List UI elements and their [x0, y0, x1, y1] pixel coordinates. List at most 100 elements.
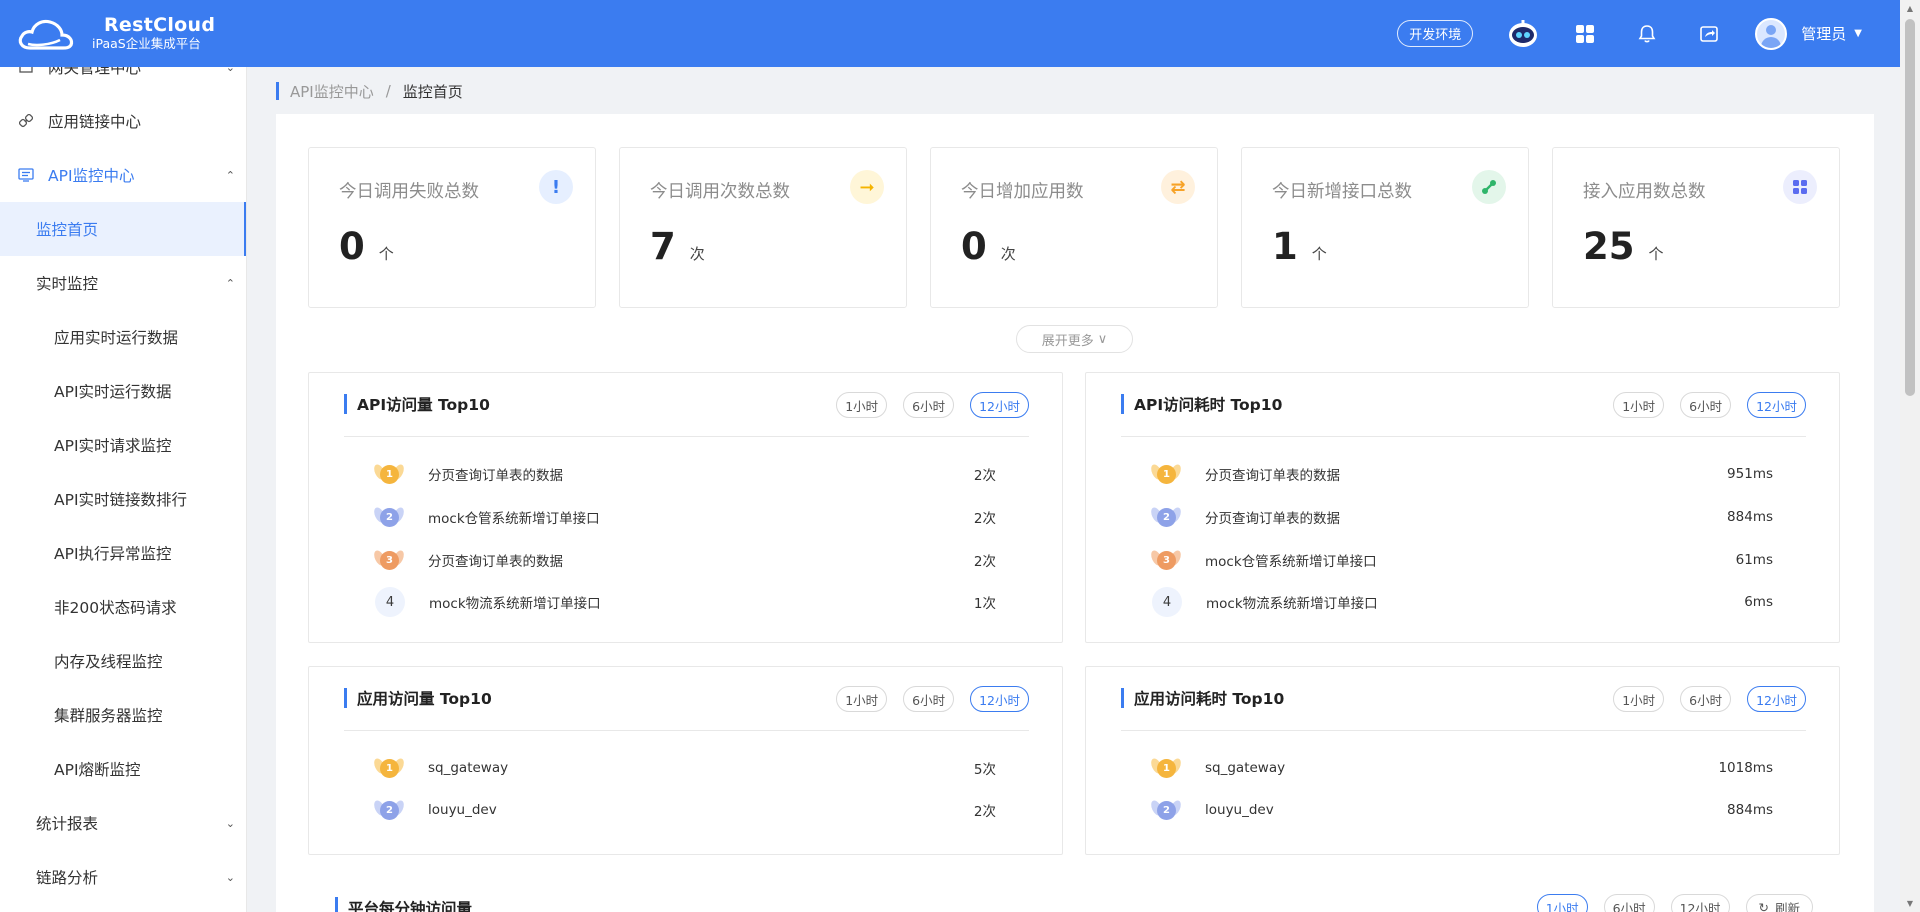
swap-icon: ⇄	[1161, 170, 1195, 204]
sidebar-item-gateway[interactable]: 网关管理中心 ⌄	[0, 67, 247, 94]
chevron-down-icon: ∨	[1097, 331, 1108, 347]
user-menu[interactable]: 管理员 ▼	[1755, 17, 1862, 50]
list-item: 2 louyu_dev 2次	[372, 794, 996, 826]
apps-grid-icon[interactable]	[1569, 18, 1601, 50]
refresh-button[interactable]: ↻ 刷新	[1745, 894, 1813, 912]
connect-icon	[1472, 170, 1506, 204]
time-tabs: 1小时 6小时 12小时	[1597, 686, 1806, 712]
tab-6h[interactable]: 6小时	[1680, 392, 1732, 418]
sidebar-item-label: API监控中心	[48, 167, 135, 185]
logo[interactable]: RestCloud iPaaS企业集成平台	[16, 14, 215, 54]
stat-value: 0次	[961, 225, 1016, 268]
link-icon	[18, 113, 34, 129]
panel-app-visits: 应用访问量 Top10 1小时 6小时 12小时 1 sq_gateway 5次…	[308, 666, 1063, 855]
item-value: 2次	[973, 468, 996, 484]
sidebar-item-non200[interactable]: 非200状态码请求	[0, 580, 247, 634]
bronze-medal-icon: 3	[1149, 546, 1183, 574]
sidebar-item-app-link[interactable]: 应用链接中心	[0, 94, 247, 148]
list-item: 3 mock仓管系统新增订单接口 61ms	[1149, 544, 1773, 576]
list-item: 1 分页查询订单表的数据 951ms	[1149, 458, 1773, 490]
chevron-down-icon: ⌄	[225, 870, 235, 884]
cloud-logo-icon	[18, 19, 74, 50]
sidebar-item-circuit-breaker[interactable]: API熔断监控	[0, 742, 247, 796]
rank-number: 4	[375, 587, 405, 617]
sidebar-item-label: API实时链接数排行	[54, 491, 188, 509]
tab-6h[interactable]: 6小时	[1603, 894, 1655, 912]
item-name: louyu_dev	[1205, 802, 1274, 818]
expand-more-button[interactable]: 展开更多 ∨	[1016, 325, 1133, 353]
list-item: 3 分页查询订单表的数据 2次	[372, 544, 996, 576]
sidebar-item-api-exception[interactable]: API执行异常监控	[0, 526, 247, 580]
env-switch-button[interactable]: 开发环境	[1397, 20, 1474, 47]
scroll-thumb[interactable]	[1905, 19, 1915, 396]
stat-label: 今日调用失败总数	[339, 182, 479, 202]
tab-6h[interactable]: 6小时	[903, 392, 955, 418]
tab-12h[interactable]: 12小时	[1670, 894, 1730, 912]
item-name: sq_gateway	[1205, 760, 1286, 776]
sidebar-item-cluster[interactable]: 集群服务器监控	[0, 688, 247, 742]
tab-6h[interactable]: 6小时	[1680, 686, 1732, 712]
scroll-up-icon[interactable]: ▲	[1900, 0, 1920, 17]
sidebar-item-memory-thread[interactable]: 内存及线程监控	[0, 634, 247, 688]
robot-assistant-icon[interactable]	[1507, 18, 1539, 50]
tab-1h[interactable]: 1小时	[836, 686, 888, 712]
tab-1h[interactable]: 1小时	[1613, 392, 1665, 418]
item-value: 2次	[973, 511, 996, 527]
gateway-icon	[18, 67, 34, 75]
refresh-icon: ↻	[1758, 899, 1769, 912]
tab-12h[interactable]: 12小时	[1747, 686, 1806, 712]
sidebar-item-reports[interactable]: 统计报表 ⌄	[0, 796, 247, 850]
page-scrollbar[interactable]: ▲ ▼	[1900, 0, 1920, 912]
sidebar-item-app-realtime[interactable]: 应用实时运行数据	[0, 310, 247, 364]
sidebar-divider	[246, 67, 247, 912]
sidebar-item-api-monitor[interactable]: API监控中心 ⌃	[0, 148, 247, 202]
panel-title: API访问量 Top10	[344, 394, 490, 414]
stat-label: 今日调用次数总数	[650, 182, 790, 202]
time-tabs: 1小时 6小时 12小时	[820, 392, 1029, 418]
tab-1h[interactable]: 1小时	[836, 392, 888, 418]
list-item: 1 分页查询订单表的数据 2次	[372, 458, 996, 490]
sidebar-item-api-request[interactable]: API实时请求监控	[0, 418, 247, 472]
gold-medal-icon: 1	[372, 754, 406, 782]
breadcrumb-parent[interactable]: API监控中心	[290, 81, 374, 102]
avatar	[1755, 17, 1788, 50]
item-name: 分页查询订单表的数据	[428, 554, 563, 570]
sidebar-item-api-realtime[interactable]: API实时运行数据	[0, 364, 247, 418]
scroll-down-icon[interactable]: ▼	[1900, 895, 1920, 912]
panel-title: 应用访问量 Top10	[344, 688, 492, 708]
sidebar-item-label: 统计报表	[36, 815, 99, 833]
item-name: 分页查询订单表的数据	[428, 468, 563, 484]
sidebar-item-realtime[interactable]: 实时监控 ⌃	[0, 256, 247, 310]
sidebar-item-label: 应用链接中心	[48, 113, 142, 131]
sidebar-item-api-link-rank[interactable]: API实时链接数排行	[0, 472, 247, 526]
silver-medal-icon: 2	[372, 796, 406, 824]
section-title-per-minute: 平台每分钟访问量	[335, 897, 472, 912]
tab-12h[interactable]: 12小时	[1747, 392, 1806, 418]
tab-1h[interactable]: 1小时	[1613, 686, 1665, 712]
stat-card-calls: 今日调用次数总数 ➞ 7次	[619, 147, 907, 308]
sidebar-item-trace[interactable]: 链路分析 ⌄	[0, 850, 247, 904]
stat-label: 接入应用数总数	[1583, 182, 1706, 202]
divider	[1121, 730, 1806, 731]
sidebar-item-label: 实时监控	[36, 275, 99, 293]
tab-6h[interactable]: 6小时	[903, 686, 955, 712]
sidebar-item-label: 内存及线程监控	[54, 653, 163, 671]
item-value: 884ms	[1727, 509, 1773, 525]
item-name: louyu_dev	[428, 802, 497, 818]
list-item: 1 sq_gateway 1018ms	[1149, 752, 1773, 784]
panel-api-latency: API访问耗时 Top10 1小时 6小时 12小时 1 分页查询订单表的数据 …	[1085, 372, 1840, 643]
breadcrumb: API监控中心 / 监控首页	[276, 80, 463, 102]
bell-icon[interactable]	[1631, 18, 1663, 50]
rank-number: 4	[1152, 587, 1182, 617]
tab-12h[interactable]: 12小时	[970, 686, 1029, 712]
share-icon[interactable]	[1693, 18, 1725, 50]
list-item: 2 louyu_dev 884ms	[1149, 794, 1773, 826]
silver-medal-icon: 2	[1149, 796, 1183, 824]
sidebar-item-monitor-home[interactable]: 监控首页	[0, 202, 247, 256]
tab-1h[interactable]: 1小时	[1536, 894, 1588, 912]
list-item: 2 分页查询订单表的数据 884ms	[1149, 501, 1773, 533]
sidebar-item-label: API实时运行数据	[54, 383, 172, 401]
sidebar-item-label: 应用实时运行数据	[54, 329, 179, 347]
tab-12h[interactable]: 12小时	[970, 392, 1029, 418]
sidebar-item-label: API执行异常监控	[54, 545, 172, 563]
